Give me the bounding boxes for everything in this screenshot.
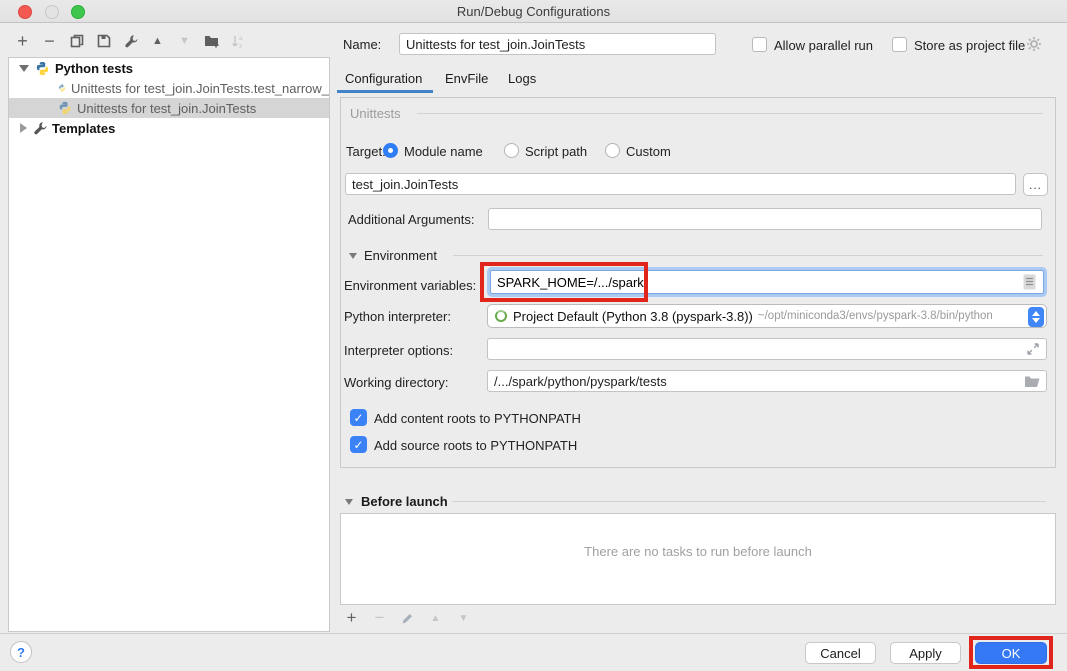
new-folder-icon[interactable] [203,33,220,50]
interpreter-value: Project Default (Python 3.8 (pyspark-3.8… [513,309,753,324]
module-name-radio[interactable] [383,143,398,158]
add-content-roots-label: Add content roots to PYTHONPATH [374,411,581,426]
task-move-up-icon[interactable]: ▲ [427,610,444,627]
store-as-project-file-label: Store as project file [914,38,1025,53]
custom-radio-label[interactable]: Custom [626,144,671,159]
title-bar: Run/Debug Configurations [0,0,1067,23]
expander-right-icon[interactable] [20,123,27,133]
name-label: Name: [343,37,381,52]
folder-open-icon[interactable] [1024,375,1041,391]
edit-task-icon[interactable] [399,610,416,627]
add-configuration-icon[interactable]: + [14,33,31,50]
additional-arguments-label: Additional Arguments: [348,212,474,227]
window-title: Run/Debug Configurations [0,4,1067,19]
environment-divider [453,255,1043,256]
script-path-radio-label[interactable]: Script path [525,144,587,159]
tree-item-templates[interactable]: Templates [9,118,329,138]
move-up-icon[interactable]: ▲ [149,33,166,50]
before-launch-section-label: Before launch [361,494,448,509]
module-name-radio-label[interactable]: Module name [404,144,483,159]
task-move-down-icon[interactable]: ▼ [455,610,472,627]
help-button[interactable]: ? [10,641,32,663]
tree-item-label: Python tests [55,61,133,76]
tree-item-python-tests[interactable]: Python tests [9,58,329,78]
python-interpreter-select[interactable]: Project Default (Python 3.8 (pyspark-3.8… [487,304,1047,328]
configurations-tree: Python tests Unittests for test_join.Joi… [8,57,330,632]
tree-item-label: Templates [52,121,115,136]
python-icon [58,81,66,95]
add-source-roots-checkbox[interactable]: ✓ [350,436,367,453]
allow-parallel-run-label: Allow parallel run [774,38,873,53]
gear-icon[interactable] [1026,36,1042,55]
interpreter-options-label: Interpreter options: [344,343,453,358]
active-tab-underline [337,90,433,93]
save-configuration-icon[interactable] [95,33,112,50]
tab-configuration[interactable]: Configuration [345,71,422,86]
wrench-icon [33,121,47,135]
interpreter-path: ~/opt/miniconda3/envs/pyspark-3.8/bin/py… [758,310,993,322]
browse-button[interactable]: ... [1023,173,1048,196]
before-launch-toolbar: + − ▲ ▼ [343,610,472,626]
allow-parallel-run-checkbox[interactable] [752,37,767,52]
target-label: Target: [346,144,386,159]
move-down-icon[interactable]: ▼ [176,33,193,50]
tree-item-label: Unittests for test_join.JoinTests [77,101,256,116]
tab-logs[interactable]: Logs [508,71,536,86]
add-task-icon[interactable]: + [343,610,360,627]
configuration-form-panel: Unittests Target: Module name Script pat… [340,97,1056,468]
run-debug-configurations-dialog: Run/Debug Configurations + − ▲ ▼ az Pyth… [0,0,1067,671]
environment-collapse-icon[interactable] [349,253,357,259]
env-vars-list-icon[interactable] [1023,274,1036,293]
script-path-radio[interactable] [504,143,519,158]
custom-radio[interactable] [605,143,620,158]
store-as-project-file-checkbox[interactable] [892,37,907,52]
environment-variables-field [487,267,1047,297]
working-directory-label: Working directory: [344,375,449,390]
configurations-toolbar: + − ▲ ▼ az [14,32,247,50]
name-input[interactable] [399,33,716,55]
python-icon [35,61,50,76]
copy-configuration-icon[interactable] [68,33,85,50]
before-launch-collapse-icon[interactable] [345,499,353,505]
remove-configuration-icon[interactable]: − [41,33,58,50]
environment-section-label: Environment [364,248,437,263]
working-directory-input[interactable] [487,370,1047,392]
edit-templates-icon[interactable] [122,33,139,50]
before-launch-empty-message: There are no tasks to run before launch [341,544,1055,559]
before-launch-divider [452,501,1046,502]
additional-arguments-input[interactable] [488,208,1042,230]
svg-text:z: z [239,43,242,49]
group-divider [417,113,1043,114]
tree-item-jointests-selected[interactable]: Unittests for test_join.JoinTests [9,98,329,118]
python-icon [58,101,72,115]
add-content-roots-checkbox[interactable]: ✓ [350,409,367,426]
sort-configurations-icon[interactable]: az [230,33,247,50]
expander-down-icon[interactable] [19,65,29,72]
tree-item-label: Unittests for test_join.JoinTests.test_n… [71,81,329,96]
ok-button[interactable]: OK [975,642,1047,664]
interpreter-options-input[interactable] [487,338,1047,360]
footer-divider [0,633,1067,634]
unittests-group-label: Unittests [350,106,401,121]
module-name-input[interactable] [345,173,1016,195]
add-source-roots-label: Add source roots to PYTHONPATH [374,438,577,453]
tree-item-test-narrow[interactable]: Unittests for test_join.JoinTests.test_n… [9,78,329,98]
python-interpreter-label: Python interpreter: [344,309,451,324]
svg-text:a: a [239,35,243,42]
apply-button[interactable]: Apply [890,642,961,664]
before-launch-task-list: There are no tasks to run before launch [340,513,1056,605]
remove-task-icon[interactable]: − [371,610,388,627]
conda-environment-icon [495,310,507,322]
select-stepper-icon[interactable] [1028,307,1044,327]
environment-variables-label: Environment variables: [344,278,476,293]
cancel-button[interactable]: Cancel [805,642,876,664]
tab-envfile[interactable]: EnvFile [445,71,488,86]
expand-field-icon[interactable] [1027,343,1039,358]
environment-variables-input[interactable] [490,270,1044,294]
